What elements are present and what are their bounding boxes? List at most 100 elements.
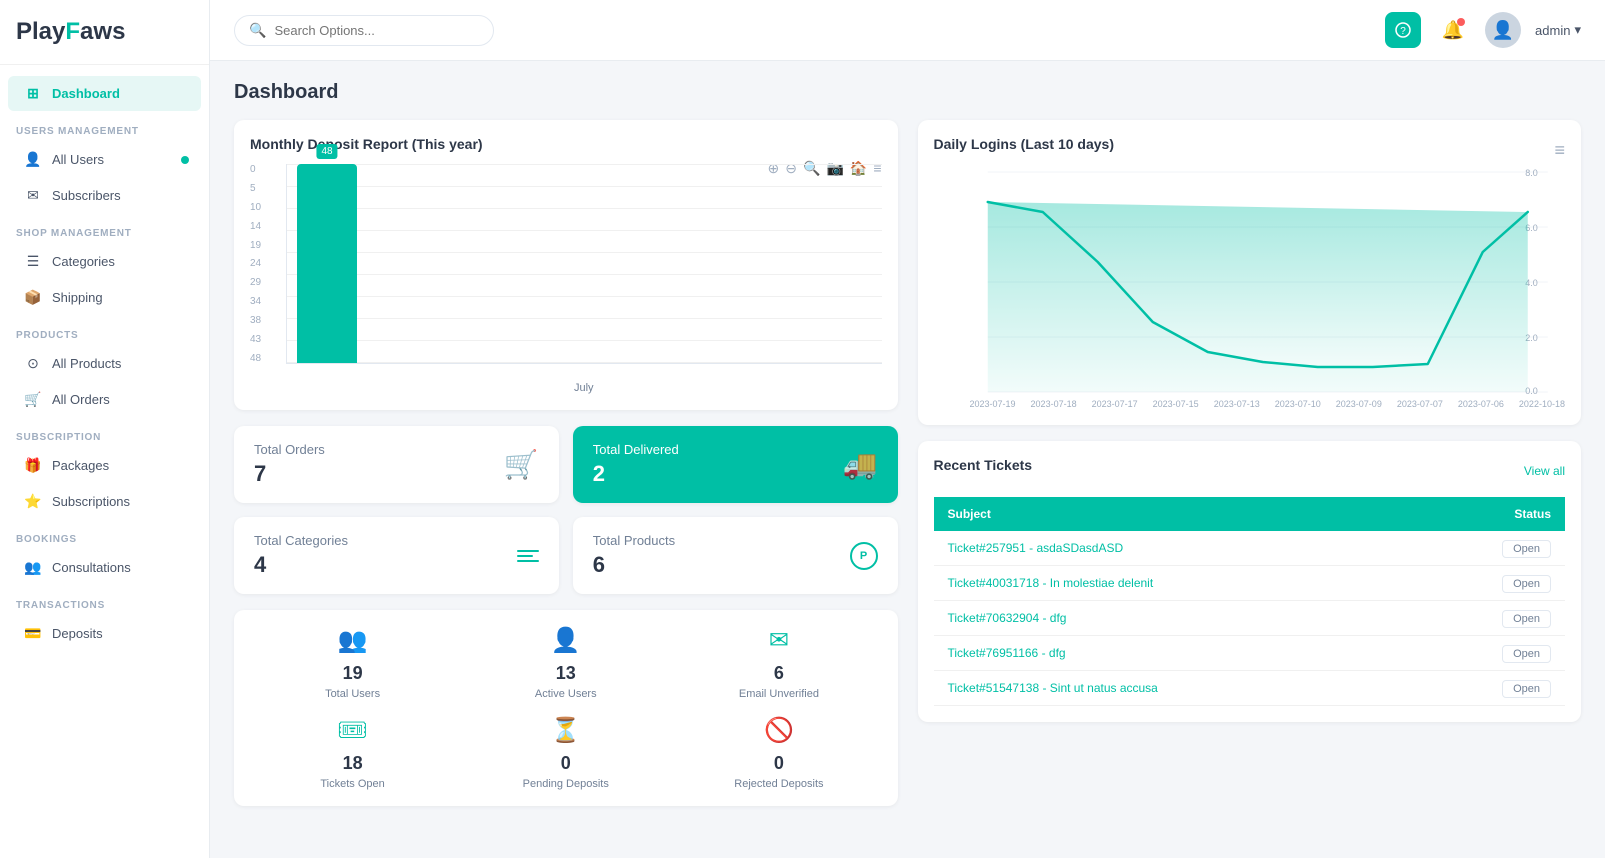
topbar: 🔍 ? 🔔 👤 admin ▾ [210,0,1605,61]
ticket-subject[interactable]: Ticket#257951 - asdaSDasdASD [934,531,1411,566]
chart-bar-value: 48 [316,144,337,159]
section-users-management: USERS MANAGEMENT [0,112,209,141]
bottom-stat-value: 19 [343,663,363,684]
help-icon-btn[interactable]: ? [1385,12,1421,48]
stat-label: Total Delivered [593,442,679,457]
mail-icon: ✉ [24,187,42,204]
sidebar-item-all-users[interactable]: 👤 All Users [8,142,201,177]
table-row: Ticket#70632904 - dfg Open [934,601,1566,636]
bottom-stat-value: 13 [556,663,576,684]
sidebar-item-label: Shipping [52,290,103,305]
stat-value: 4 [254,552,348,578]
section-transactions: TRANSACTIONS [0,586,209,615]
stat-label: Total Products [593,533,675,548]
bottom-stat-value: 0 [561,753,571,774]
search-icon: 🔍 [249,22,266,39]
stat-label: Total Categories [254,533,348,548]
ticket-subject[interactable]: Ticket#76951166 - dfg [934,636,1411,671]
section-products: PRODUCTS [0,316,209,345]
menu-dots-icon: ≡ [1554,140,1565,161]
sidebar-item-shipping[interactable]: 📦 Shipping [8,280,201,315]
monthly-chart-card: Monthly Deposit Report (This year) ⊕ ⊖ 🔍… [234,120,898,410]
cart-icon: 🛒 [504,448,539,481]
chart-bar-july: 48 [297,164,357,363]
orders-icon: 🛒 [24,391,42,408]
stat-label: Total Orders [254,442,325,457]
sidebar-item-subscribers[interactable]: ✉ Subscribers [8,178,201,213]
ticket-status: Open [1411,601,1565,636]
admin-label[interactable]: admin ▾ [1535,22,1581,38]
col-status: Status [1411,497,1565,531]
tickets-title: Recent Tickets [934,457,1033,473]
logo-play: Play [16,18,65,45]
ticket-status: Open [1411,636,1565,671]
search-box[interactable]: 🔍 [234,15,494,46]
bottom-stat-rejected-deposits: 🚫 0 Rejected Deposits [680,716,877,790]
sidebar-item-consultations[interactable]: 👥 Consultations [8,550,201,585]
daily-logins-card: Daily Logins (Last 10 days) ≡ [918,120,1582,425]
notification-dot [1457,18,1465,26]
svg-text:?: ? [1400,26,1406,37]
recent-tickets-card: Recent Tickets View all Subject Status [918,441,1582,722]
bottom-stat-tickets-open: 🎟 18 Tickets Open [254,716,451,790]
sidebar-item-dashboard[interactable]: ⊞ Dashboard [8,76,201,111]
bottom-stat-label: Email Unverified [739,688,819,700]
sidebar-item-label: Dashboard [52,86,120,101]
products-icon: ⊙ [24,355,42,372]
stat-info: Total Orders 7 [254,442,325,487]
sidebar-item-label: Deposits [52,626,103,641]
ticket-subject[interactable]: Ticket#70632904 - dfg [934,601,1411,636]
stat-info: Total Categories 4 [254,533,348,578]
table-row: Ticket#40031718 - In molestiae delenit O… [934,566,1566,601]
sidebar-item-subscriptions[interactable]: ⭐ Subscriptions [8,484,201,519]
view-all-link[interactable]: View all [1524,464,1565,478]
bottom-stat-value: 18 [343,753,363,774]
packages-icon: 🎁 [24,457,42,474]
chart-body: 48 [286,164,882,364]
chart-yaxis: 48 43 38 34 29 24 19 14 10 5 0 [250,164,278,364]
stat-card-total-orders: Total Orders 7 🛒 [234,426,559,503]
stat-value: 7 [254,461,325,487]
bottom-stat-value: 0 [774,753,784,774]
notification-btn[interactable]: 🔔 [1435,12,1471,48]
consultations-icon: 👥 [24,559,42,576]
logo: PlayFaws [0,0,209,65]
sidebar-item-label: All Users [52,152,104,167]
ticket-status: Open [1411,566,1565,601]
truck-icon: 🚚 [843,448,878,481]
admin-name: admin [1535,23,1570,38]
sidebar-item-categories[interactable]: ☰ Categories [8,244,201,279]
ticket-subject[interactable]: Ticket#51547138 - Sint ut natus accusa [934,671,1411,706]
sidebar-item-all-orders[interactable]: 🛒 All Orders [8,382,201,417]
sidebar-item-label: All Products [52,356,121,371]
dashboard-icon: ⊞ [24,85,42,102]
tickets-table-body: Ticket#257951 - asdaSDasdASD Open Ticket… [934,531,1566,706]
categories-icon: ☰ [24,253,42,270]
deposits-icon: 💳 [24,625,42,642]
stat-card-total-categories: Total Categories 4 [234,517,559,594]
chart-bar-area: 48 [287,164,882,363]
section-subscription: SUBSCRIPTION [0,418,209,447]
table-row: Ticket#257951 - asdaSDasdASD Open [934,531,1566,566]
ticket-icon: 🎟 [337,716,367,745]
sidebar-item-all-products[interactable]: ⊙ All Products [8,346,201,381]
stat-info: Total Products 6 [593,533,675,578]
sidebar-item-deposits[interactable]: 💳 Deposits [8,616,201,651]
sidebar: PlayFaws ⊞ Dashboard USERS MANAGEMENT 👤 … [0,0,210,858]
shipping-icon: 📦 [24,289,42,306]
chart-area: ⊕ ⊖ 🔍 📷 🏠 ≡ 48 43 38 34 29 [250,164,882,394]
logo-aws: aws [80,18,125,45]
search-input[interactable] [274,23,474,38]
chart-xlabel: July [286,382,882,394]
subscriptions-icon: ⭐ [24,493,42,510]
stat-card-total-delivered: Total Delivered 2 🚚 [573,426,898,503]
main-area: 🔍 ? 🔔 👤 admin ▾ Dashboard [210,0,1605,858]
ticket-subject[interactable]: Ticket#40031718 - In molestiae delenit [934,566,1411,601]
pending-icon: ⏳ [551,716,581,745]
active-user-icon: 👤 [551,626,581,655]
page-title: Dashboard [234,81,1581,104]
sidebar-item-packages[interactable]: 🎁 Packages [8,448,201,483]
email-icon: ✉ [769,626,789,655]
sidebar-item-label: All Orders [52,392,110,407]
section-shop-management: SHOP MANAGEMENT [0,214,209,243]
